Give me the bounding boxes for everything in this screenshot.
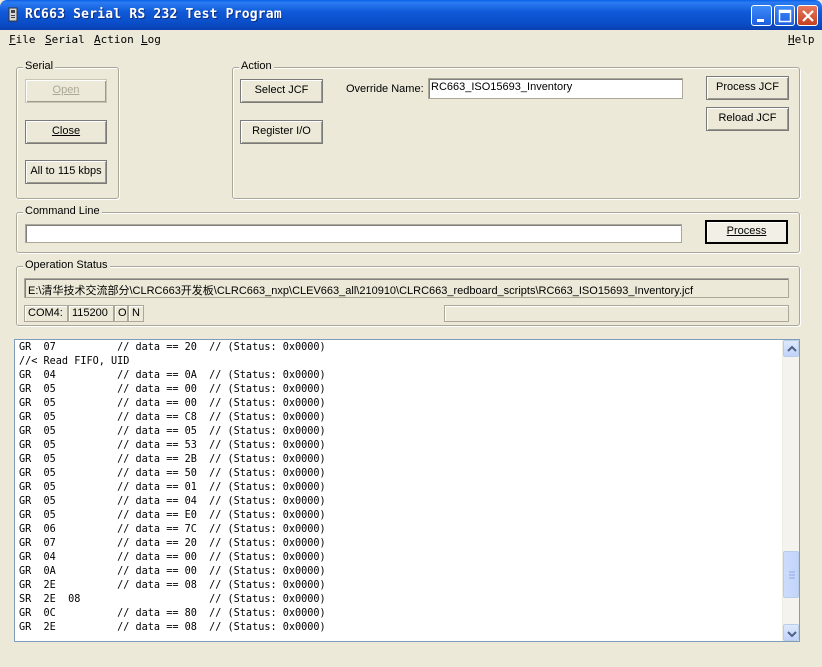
menu-help[interactable]: Help	[788, 33, 815, 46]
log-line: GR 05 // data == 05 // (Status: 0x0000)	[19, 426, 326, 437]
close-button[interactable]	[797, 5, 818, 26]
title-bar[interactable]: RC663 Serial RS 232 Test Program	[0, 0, 822, 30]
log-line: GR 04 // data == 0A // (Status: 0x0000)	[19, 370, 326, 381]
log-line: GR 04 // data == 00 // (Status: 0x0000)	[19, 552, 326, 563]
log-line: GR 05 // data == 00 // (Status: 0x0000)	[19, 398, 326, 409]
log-line: GR 05 // data == 00 // (Status: 0x0000)	[19, 384, 326, 395]
com-port-status: COM4:	[24, 305, 68, 322]
log-line: GR 2E // data == 08 // (Status: 0x0000)	[19, 580, 326, 591]
log-line: GR 06 // data == 7C // (Status: 0x0000)	[19, 524, 326, 535]
scroll-up-button[interactable]	[783, 340, 799, 357]
scroll-thumb[interactable]	[783, 551, 799, 598]
override-name-label: Override Name:	[346, 83, 424, 95]
process-button[interactable]: Process	[705, 220, 788, 244]
log-lines: GR 07 // data == 20 // (Status: 0x0000) /…	[19, 341, 326, 635]
minimize-button[interactable]	[751, 5, 772, 26]
close-icon	[802, 10, 814, 22]
close-port-button[interactable]: Close	[25, 120, 107, 144]
log-line: GR 05 // data == E0 // (Status: 0x0000)	[19, 510, 326, 521]
log-line: GR 05 // data == 53 // (Status: 0x0000)	[19, 440, 326, 451]
action-group-label: Action	[239, 60, 274, 72]
baud-status: 115200	[68, 305, 114, 322]
log-line: GR 05 // data == 50 // (Status: 0x0000)	[19, 468, 326, 479]
log-line: GR 05 // data == C8 // (Status: 0x0000)	[19, 412, 326, 423]
log-scrollbar[interactable]	[782, 340, 799, 641]
register-io-button[interactable]: Register I/O	[240, 120, 323, 144]
window-title: RC663 Serial RS 232 Test Program	[25, 7, 282, 22]
scroll-down-button[interactable]	[783, 624, 799, 641]
jcf-path-field: E:\清华技术交流部分\CLRC663开发板\CLRC663_nxp\CLEV6…	[24, 278, 789, 298]
progress-bar	[444, 305, 789, 322]
log-line: SR 2E 08 // (Status: 0x0000)	[19, 594, 326, 605]
menu-serial[interactable]: Serial	[45, 33, 85, 46]
open-button[interactable]: Open	[25, 79, 107, 103]
maximize-button[interactable]	[774, 5, 795, 26]
grip-icon	[789, 571, 795, 579]
scroll-up-icon	[787, 345, 797, 352]
reload-jcf-button[interactable]: Reload JCF	[706, 107, 789, 131]
menu-file[interactable]: File	[9, 33, 36, 46]
log-line: GR 0A // data == 00 // (Status: 0x0000)	[19, 566, 326, 577]
operation-status-group-label: Operation Status	[23, 259, 110, 271]
parity-status: O	[114, 305, 128, 322]
log-line: GR 05 // data == 2B // (Status: 0x0000)	[19, 454, 326, 465]
menu-bar: File Serial Action Log Help	[0, 30, 822, 50]
minimize-icon	[757, 19, 764, 22]
flow-status: N	[128, 305, 144, 322]
log-output[interactable]: GR 07 // data == 20 // (Status: 0x0000) /…	[14, 339, 800, 642]
menu-log[interactable]: Log	[141, 33, 161, 46]
menu-action[interactable]: Action	[94, 33, 134, 46]
command-line-group-label: Command Line	[23, 205, 102, 217]
baud-115-button[interactable]: All to 115 kbps	[25, 160, 107, 184]
log-line: GR 0C // data == 80 // (Status: 0x0000)	[19, 608, 326, 619]
log-line: GR 07 // data == 20 // (Status: 0x0000)	[19, 342, 326, 353]
select-jcf-button[interactable]: Select JCF	[240, 79, 323, 103]
command-line-input[interactable]	[25, 224, 682, 243]
log-line: GR 05 // data == 01 // (Status: 0x0000)	[19, 482, 326, 493]
app-icon	[8, 7, 18, 22]
override-name-input[interactable]: RC663_ISO15693_Inventory	[428, 78, 683, 99]
log-line: //< Read FIFO, UID	[19, 356, 130, 367]
log-line: GR 07 // data == 20 // (Status: 0x0000)	[19, 538, 326, 549]
maximize-icon	[778, 9, 792, 23]
process-jcf-button[interactable]: Process JCF	[706, 76, 789, 100]
serial-group-label: Serial	[23, 60, 56, 72]
status-spacer	[144, 305, 444, 322]
log-line: GR 05 // data == 04 // (Status: 0x0000)	[19, 496, 326, 507]
log-line: GR 2E // data == 08 // (Status: 0x0000)	[19, 622, 326, 633]
scroll-down-icon	[787, 631, 797, 638]
